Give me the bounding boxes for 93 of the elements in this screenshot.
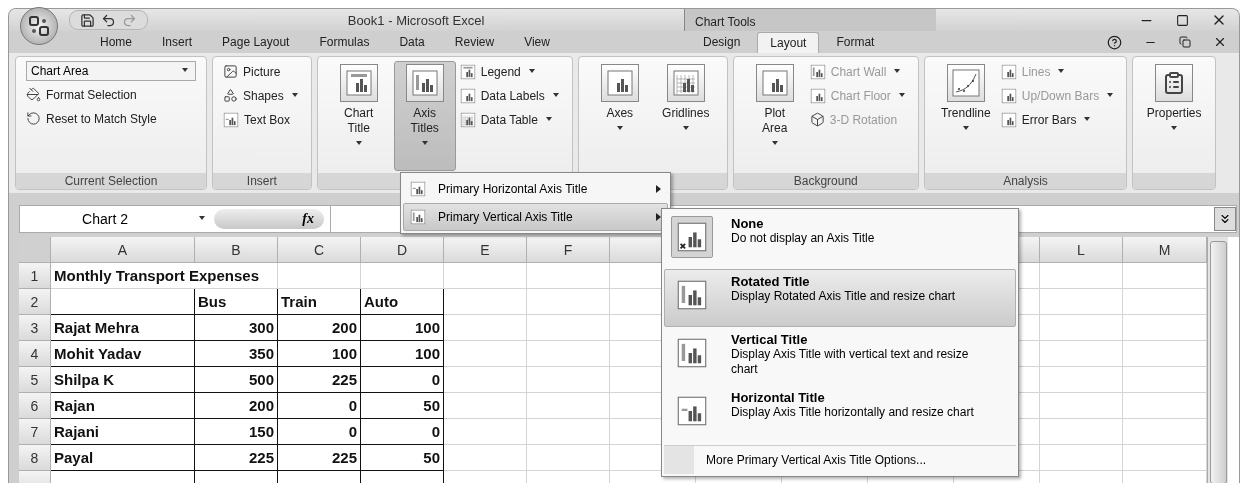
table-cell: Train: [278, 289, 361, 315]
menu-option[interactable]: Rotated Title Display Rotated Axis Title and resize chart: [664, 269, 1016, 327]
column-header[interactable]: D: [361, 237, 444, 263]
insert-function-button[interactable]: fx: [214, 209, 324, 229]
name-box[interactable]: Chart 2: [20, 211, 190, 227]
table-cell: 350: [195, 341, 278, 367]
table-cell: 0: [278, 419, 361, 445]
table-cell: 50: [361, 445, 444, 471]
row-header[interactable]: 6: [19, 393, 51, 419]
table-cell: 100: [278, 341, 361, 367]
window-title: Book1 - Microsoft Excel: [346, 12, 486, 28]
row-header[interactable]: 5: [19, 367, 51, 393]
table-cell: Rajani: [51, 419, 195, 445]
row-header[interactable]: 2: [19, 289, 51, 315]
table-cell: Payal: [51, 445, 195, 471]
ribbon-button[interactable]: Properties: [1143, 61, 1206, 171]
menu-item[interactable]: Primary Vertical Axis Title: [403, 203, 668, 231]
ribbon-button[interactable]: Error Bars: [1000, 109, 1117, 130]
ribbon-tab[interactable]: Design: [690, 31, 754, 53]
row-header[interactable]: 8: [19, 445, 51, 471]
option-title: None: [731, 216, 765, 231]
column-header[interactable]: L: [1040, 237, 1123, 263]
menu-option[interactable]: Horizontal Title Display Axis Title horizontally and resize chart: [664, 385, 1016, 443]
ribbon-button[interactable]: Axis Titles: [393, 61, 456, 171]
ribbon-tab[interactable]: Review: [441, 31, 508, 53]
group-label: Current Selection: [16, 173, 206, 189]
ribbon-button[interactable]: Gridlines: [654, 61, 717, 171]
ribbon-tab[interactable]: Insert: [149, 31, 206, 53]
table-cell: 225: [278, 367, 361, 393]
column-header[interactable]: E: [444, 237, 527, 263]
option-title: Vertical Title: [731, 332, 809, 347]
ribbon-button[interactable]: Plot Area: [743, 61, 806, 171]
menu-option[interactable]: Vertical Title Display Axis Title with vertical text and resize chart: [664, 327, 1016, 385]
row-header[interactable]: 4: [19, 341, 51, 367]
menu-item[interactable]: Primary Horizontal Axis Title: [403, 175, 668, 203]
sheet-title: Monthly Transport Expenses: [54, 267, 260, 284]
option-description: Display Axis Title with vertical text and resize chart: [731, 347, 970, 377]
ribbon-button[interactable]: Axes: [588, 61, 651, 171]
table-cell: 225: [195, 445, 278, 471]
table-cell: 0: [278, 393, 361, 419]
option-description: Display Axis Title horizontally and resize chart: [731, 405, 975, 420]
table-cell: Rajat Mehra: [51, 315, 195, 341]
group-label: Analysis: [924, 173, 1127, 189]
ribbon-button[interactable]: Legend: [459, 61, 562, 82]
table-cell: 500: [195, 367, 278, 393]
table-cell: 200: [278, 315, 361, 341]
ribbon-tab[interactable]: Data: [386, 31, 438, 53]
table-cell: 300: [195, 315, 278, 341]
table-cell: 150: [195, 419, 278, 445]
ribbon-button[interactable]: Reset to Match Style: [26, 108, 196, 129]
ribbon-button[interactable]: Data Table: [459, 109, 562, 130]
option-description: Display Rotated Axis Title and resize chart: [731, 289, 957, 304]
ribbon-tab[interactable]: Layout: [757, 32, 820, 53]
row-header[interactable]: 3: [19, 315, 51, 341]
chart-element-dropdown[interactable]: Chart Area: [26, 61, 196, 81]
ribbon-tab[interactable]: Home: [87, 31, 145, 53]
context-title: Chart Tools: [695, 15, 756, 29]
menu-item[interactable]: More Primary Vertical Axis Title Options...: [694, 446, 939, 474]
group-label: Background: [733, 173, 918, 189]
option-title: Rotated Title: [731, 274, 811, 289]
ribbon-button[interactable]: Picture: [223, 61, 301, 82]
option-description: Do not display an Axis Title: [731, 231, 876, 246]
group-label: Insert: [213, 173, 311, 189]
table-cell: Bus: [195, 289, 278, 315]
table-cell: Rajan: [51, 393, 195, 419]
ribbon-button[interactable]: Trendline: [934, 61, 997, 171]
row-header[interactable]: 7: [19, 419, 51, 445]
column-header[interactable]: A: [51, 237, 195, 263]
table-cell: 200: [195, 393, 278, 419]
column-header[interactable]: C: [278, 237, 361, 263]
table-cell: 100: [361, 341, 444, 367]
table-cell: 0: [361, 367, 444, 393]
column-header[interactable]: F: [527, 237, 610, 263]
column-header[interactable]: B: [195, 237, 278, 263]
table-cell: 50: [361, 393, 444, 419]
option-title: Horizontal Title: [731, 390, 826, 405]
row-header[interactable]: 1: [19, 263, 51, 289]
column-header[interactable]: M: [1123, 237, 1207, 263]
ribbon-button[interactable]: Format Selection: [26, 84, 196, 105]
ribbon-tab[interactable]: Format: [823, 31, 888, 53]
ribbon-button[interactable]: Text Box: [223, 109, 301, 130]
ribbon-tab[interactable]: View: [511, 31, 563, 53]
ribbon-button[interactable]: Data Labels: [459, 85, 562, 106]
table-cell: Auto: [361, 289, 444, 315]
table-cell: Shilpa K: [51, 367, 195, 393]
table-cell: 100: [361, 315, 444, 341]
table-cell: Mohit Yadav: [51, 341, 195, 367]
table-cell: 225: [278, 445, 361, 471]
ribbon-button[interactable]: Chart Title: [327, 61, 390, 171]
ribbon-tab[interactable]: Page Layout: [209, 31, 303, 53]
ribbon-tab[interactable]: Formulas: [306, 31, 383, 53]
ribbon-button[interactable]: Shapes: [223, 85, 301, 106]
table-cell: 0: [361, 419, 444, 445]
